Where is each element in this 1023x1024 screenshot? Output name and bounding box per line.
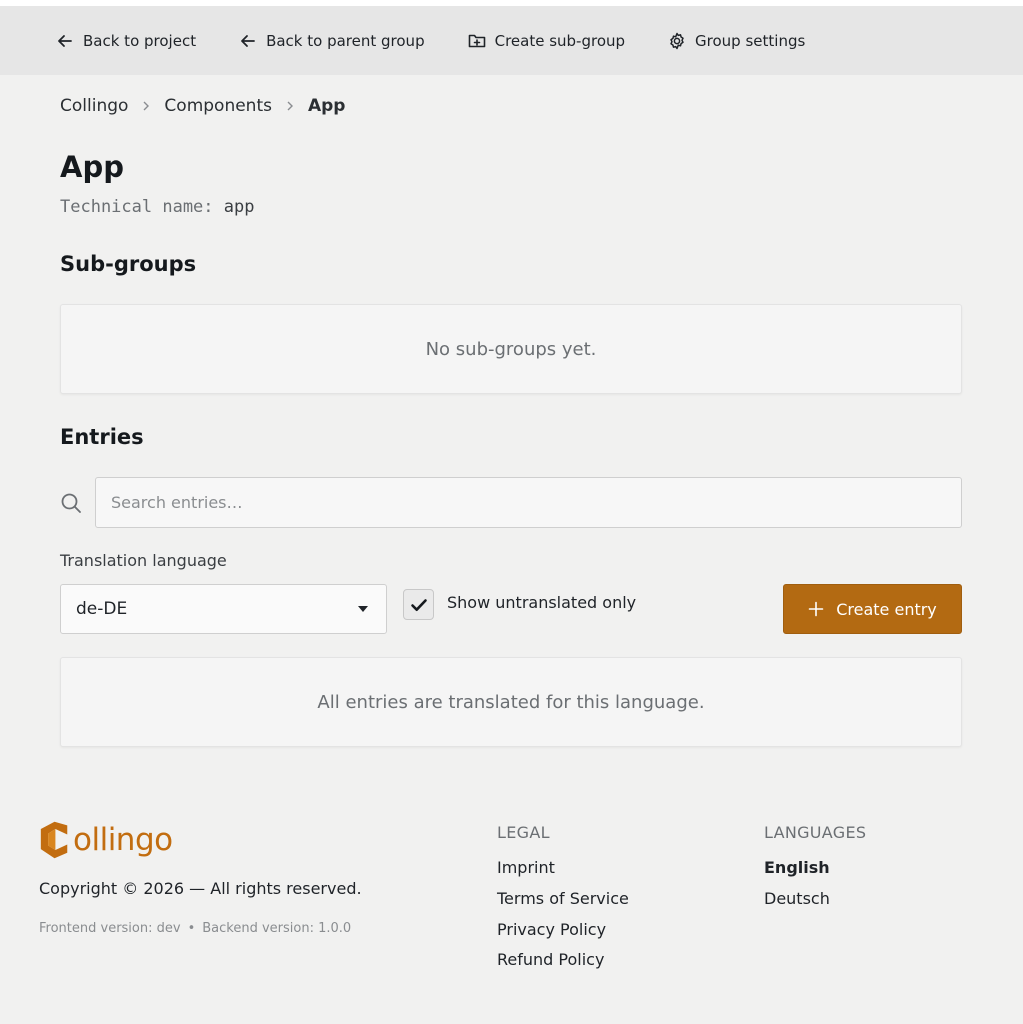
breadcrumb-item-current: App — [307, 96, 346, 116]
chevron-right-icon — [287, 101, 293, 111]
technical-name: Technical name: app — [60, 197, 255, 217]
checkmark-icon — [410, 598, 427, 611]
translation-language-select[interactable]: de-DE — [60, 584, 387, 634]
arrow-left-icon — [58, 34, 72, 47]
technical-name-label: Technical name: — [60, 197, 214, 217]
back-to-parent-group-label: Back to parent group — [266, 31, 425, 50]
create-sub-group-label: Create sub-group — [494, 31, 626, 50]
page-title: App — [60, 150, 124, 184]
show-untranslated-label[interactable]: Show untranslated only — [447, 593, 636, 612]
version-separator: • — [187, 921, 196, 936]
create-entry-label: Create entry — [836, 599, 937, 619]
create-sub-group-link[interactable]: Create sub-group — [468, 32, 625, 50]
folder-plus-icon — [468, 34, 485, 47]
entries-heading: Entries — [60, 425, 144, 449]
logo-wordmark: ollingo — [73, 822, 173, 858]
refund-policy-link[interactable]: Refund Policy — [497, 950, 604, 969]
legal-heading: LEGAL — [497, 823, 550, 842]
breadcrumb: Collingo Components App — [60, 96, 345, 116]
language-deutsch-link[interactable]: Deutsch — [764, 889, 830, 908]
gear-icon — [670, 32, 684, 49]
subgroups-heading: Sub-groups — [60, 252, 197, 276]
create-entry-button[interactable]: Create entry — [783, 584, 962, 634]
technical-name-value: app — [223, 197, 255, 217]
plus-icon — [808, 601, 824, 617]
arrow-left-icon — [241, 34, 255, 47]
show-untranslated-checkbox[interactable] — [403, 589, 434, 620]
back-to-project-link[interactable]: Back to project — [56, 32, 196, 50]
caret-down-icon — [358, 606, 368, 612]
terms-of-service-link[interactable]: Terms of Service — [497, 889, 629, 908]
breadcrumb-item-collingo[interactable]: Collingo — [60, 96, 128, 116]
translation-language-label: Translation language — [60, 551, 227, 570]
version-info: Frontend version: dev • Backend version:… — [39, 921, 351, 936]
frontend-version: Frontend version: dev — [39, 921, 181, 936]
backend-version: Backend version: 1.0.0 — [202, 921, 352, 936]
search-entries-input[interactable] — [95, 477, 962, 528]
breadcrumb-item-components[interactable]: Components — [164, 96, 272, 116]
group-settings-link[interactable]: Group settings — [668, 32, 805, 50]
subgroups-empty-state: No sub-groups yet. — [60, 304, 962, 394]
collingo-logo-mark — [40, 821, 68, 859]
language-english-link[interactable]: English — [764, 858, 830, 877]
copyright-text: Copyright © 2026 — All rights reserved. — [39, 879, 362, 898]
top-action-bar: Back to project Back to parent group Cre… — [0, 0, 1023, 75]
chevron-right-icon — [143, 101, 150, 111]
back-to-parent-group-link[interactable]: Back to parent group — [239, 32, 425, 50]
search-icon — [60, 492, 82, 514]
translation-language-value: de-DE — [76, 599, 128, 619]
languages-heading: LANGUAGES — [764, 823, 867, 842]
imprint-link[interactable]: Imprint — [497, 858, 555, 877]
privacy-policy-link[interactable]: Privacy Policy — [497, 920, 606, 939]
group-settings-label: Group settings — [695, 31, 806, 50]
collingo-logo[interactable]: ollingo — [39, 818, 173, 862]
back-to-project-label: Back to project — [83, 31, 197, 50]
entries-empty-state: All entries are translated for this lang… — [60, 657, 962, 747]
